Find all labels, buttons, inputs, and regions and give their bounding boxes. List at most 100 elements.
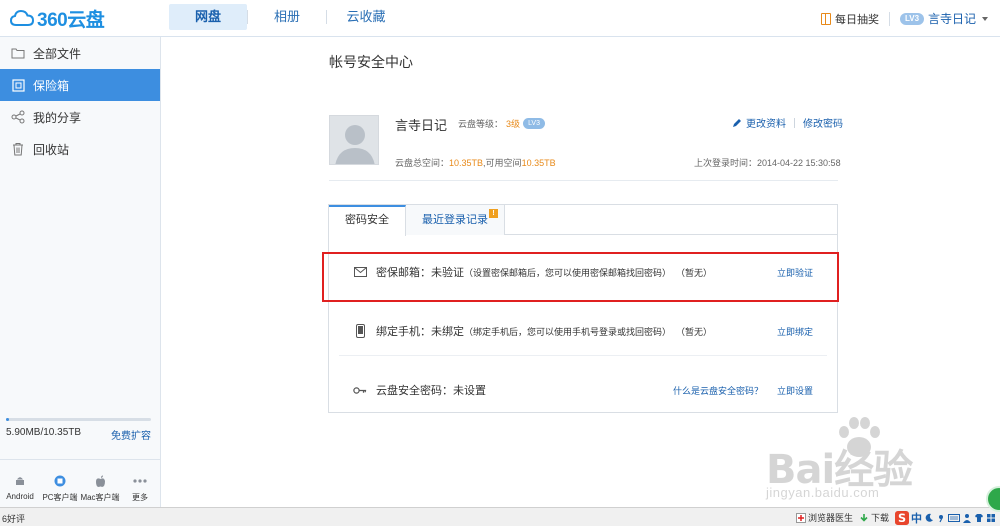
- sidebar: 全部文件 保险箱 我的分享 回收站 5.90MB/10.35TB 免费扩容 An…: [0, 37, 161, 507]
- row-divider: [339, 355, 827, 356]
- daily-lottery-label: 每日抽奖: [834, 13, 879, 26]
- sidebar-item-label: 全部文件: [33, 46, 82, 61]
- windows-icon: [53, 474, 67, 488]
- top-divider: [888, 11, 890, 26]
- download-label: 下载: [870, 513, 889, 523]
- space-total-value: 10.35TB: [449, 158, 484, 168]
- level-badge: LV3: [899, 12, 924, 25]
- ime-toolbar[interactable]: S 中: [895, 510, 996, 526]
- sidebar-item-trash[interactable]: 回收站: [0, 133, 160, 165]
- more-icon: [133, 474, 147, 488]
- sidebar-item-label: 保险箱: [33, 78, 70, 93]
- client-label: PC客户端: [42, 493, 78, 502]
- level-value: 3级: [506, 119, 521, 129]
- comma-icon: [939, 514, 943, 522]
- svg-text:S: S: [898, 512, 906, 525]
- space-total-label: 云盘总空间：: [395, 158, 450, 168]
- sidebar-item-all-files[interactable]: 全部文件: [0, 37, 160, 69]
- folder-icon: [11, 46, 25, 60]
- key-icon: [353, 383, 367, 397]
- tab-strip: 密码安全 最近登录记录 !: [329, 205, 837, 236]
- space-available-label: ,可用空间: [483, 158, 522, 168]
- set-now-link[interactable]: 立即设置: [777, 384, 813, 397]
- cloud-level: 云盘等级： 3级 LV3: [458, 117, 546, 130]
- moon-icon: [925, 513, 933, 522]
- download-icon: [860, 513, 868, 522]
- browser-doctor[interactable]: 浏览器医生: [795, 511, 853, 524]
- space-available-value: 10.35TB: [521, 158, 556, 168]
- bind-now-link[interactable]: 立即绑定: [777, 325, 813, 338]
- nav-netdisk[interactable]: 网盘: [169, 4, 247, 30]
- sogou-icon: S: [895, 510, 909, 525]
- sidebar-item-safe[interactable]: 保险箱: [0, 69, 160, 101]
- client-more[interactable]: 更多: [120, 474, 160, 507]
- change-password-link[interactable]: 修改密码: [803, 115, 843, 130]
- browser-doctor-label: 浏览器医生: [807, 513, 853, 523]
- plus-icon: [795, 512, 806, 523]
- status-tray: 浏览器医生 下载 S 中: [795, 508, 1000, 527]
- phone-status-label: 绑定手机：未绑定: [376, 326, 464, 338]
- logo[interactable]: 360云盘: [10, 6, 105, 31]
- client-label: 更多: [132, 493, 148, 502]
- top-right: 每日抽奖 LV3 言寺日记: [820, 0, 988, 37]
- space-info: 云盘总空间：10.35TB,可用空间10.35TB: [395, 156, 556, 169]
- profile-links: 更改资料 修改密码: [732, 115, 843, 130]
- user-icon: [963, 513, 971, 523]
- daily-lottery-link[interactable]: 每日抽奖: [820, 11, 879, 27]
- sidebar-item-label: 我的分享: [33, 110, 82, 125]
- what-is-password-link[interactable]: 什么是云盘安全密码？: [673, 384, 763, 397]
- watermark-url: jingyan.baidu.com: [766, 485, 880, 500]
- gift-icon: [820, 12, 831, 25]
- cloud-password-status: 云盘安全密码：未设置: [376, 385, 486, 397]
- profile-name: 言寺日记: [395, 118, 448, 133]
- android-icon: [13, 474, 27, 488]
- edit-profile-link[interactable]: 更改资料: [746, 115, 786, 130]
- alert-icon: !: [489, 209, 498, 218]
- phone-value: （暂无）: [676, 326, 713, 337]
- security-panel: 密码安全 最近登录记录 ! 密保邮箱：未验证（设置密保邮箱后，您可以使用密保邮箱…: [328, 204, 838, 413]
- client-label: Android: [6, 492, 34, 501]
- nav-album[interactable]: 相册: [248, 4, 326, 30]
- grid-icon: [987, 513, 995, 522]
- security-row-phone: 绑定手机：未绑定（绑定手机后，您可以使用手机号登录或找回密码） （暂无） 立即绑…: [329, 302, 837, 360]
- cloud-logo-icon: [10, 9, 34, 26]
- main-nav: 网盘 相册 云收藏: [169, 4, 405, 30]
- nav-favorites[interactable]: 云收藏: [327, 4, 405, 30]
- page-title: 帐号安全中心: [329, 54, 413, 70]
- level-label: 云盘等级：: [458, 119, 504, 129]
- default-avatar-icon: [330, 116, 378, 164]
- user-menu[interactable]: LV3 言寺日记: [899, 10, 988, 27]
- client-pc[interactable]: PC客户端: [40, 474, 80, 507]
- ime-mode: 中: [911, 512, 922, 525]
- client-label: Mac客户端: [80, 493, 120, 502]
- phone-status: 绑定手机：未绑定（绑定手机后，您可以使用手机号登录或找回密码）: [376, 323, 671, 339]
- phone-icon: [353, 324, 367, 338]
- share-icon: [11, 110, 25, 124]
- tab-password-security[interactable]: 密码安全: [329, 205, 406, 236]
- client-android[interactable]: Android: [0, 474, 40, 507]
- storage-usage: 5.90MB/10.35TB 免费扩容: [6, 418, 151, 442]
- link-divider: [794, 117, 795, 128]
- sidebar-item-label: 回收站: [33, 142, 70, 157]
- pencil-icon: [733, 118, 741, 127]
- usage-text: 5.90MB/10.35TB: [6, 427, 82, 438]
- sidebar-item-my-share[interactable]: 我的分享: [0, 101, 160, 133]
- download-button[interactable]: 下载: [859, 511, 889, 524]
- client-mac[interactable]: Mac客户端: [80, 474, 120, 507]
- avatar[interactable]: [329, 115, 379, 165]
- browser-status-bar: 6好评 浏览器医生 下载 S 中: [0, 507, 1000, 526]
- usage-bar-fill: [6, 418, 9, 421]
- trash-icon: [11, 142, 25, 156]
- status-left-text: 6好评: [2, 514, 26, 524]
- keyboard-icon: [948, 513, 960, 522]
- shirt-icon: [975, 513, 983, 522]
- level-cloud-badge: LV3: [523, 118, 546, 129]
- baidu-jingyan-watermark: Bai经验 jingyan.baidu.com: [766, 415, 981, 505]
- highlight-box: [322, 252, 839, 302]
- top-bar: 360云盘 网盘 相册 云收藏 每日抽奖 LV3 言寺日记: [0, 0, 1000, 37]
- client-downloads: Android PC客户端 Mac客户端 更多: [0, 459, 160, 507]
- apple-icon: [93, 474, 107, 488]
- chevron-down-icon: [982, 16, 988, 21]
- tab-recent-logins[interactable]: 最近登录记录 !: [406, 205, 505, 235]
- free-expand-link[interactable]: 免费扩容: [111, 427, 151, 442]
